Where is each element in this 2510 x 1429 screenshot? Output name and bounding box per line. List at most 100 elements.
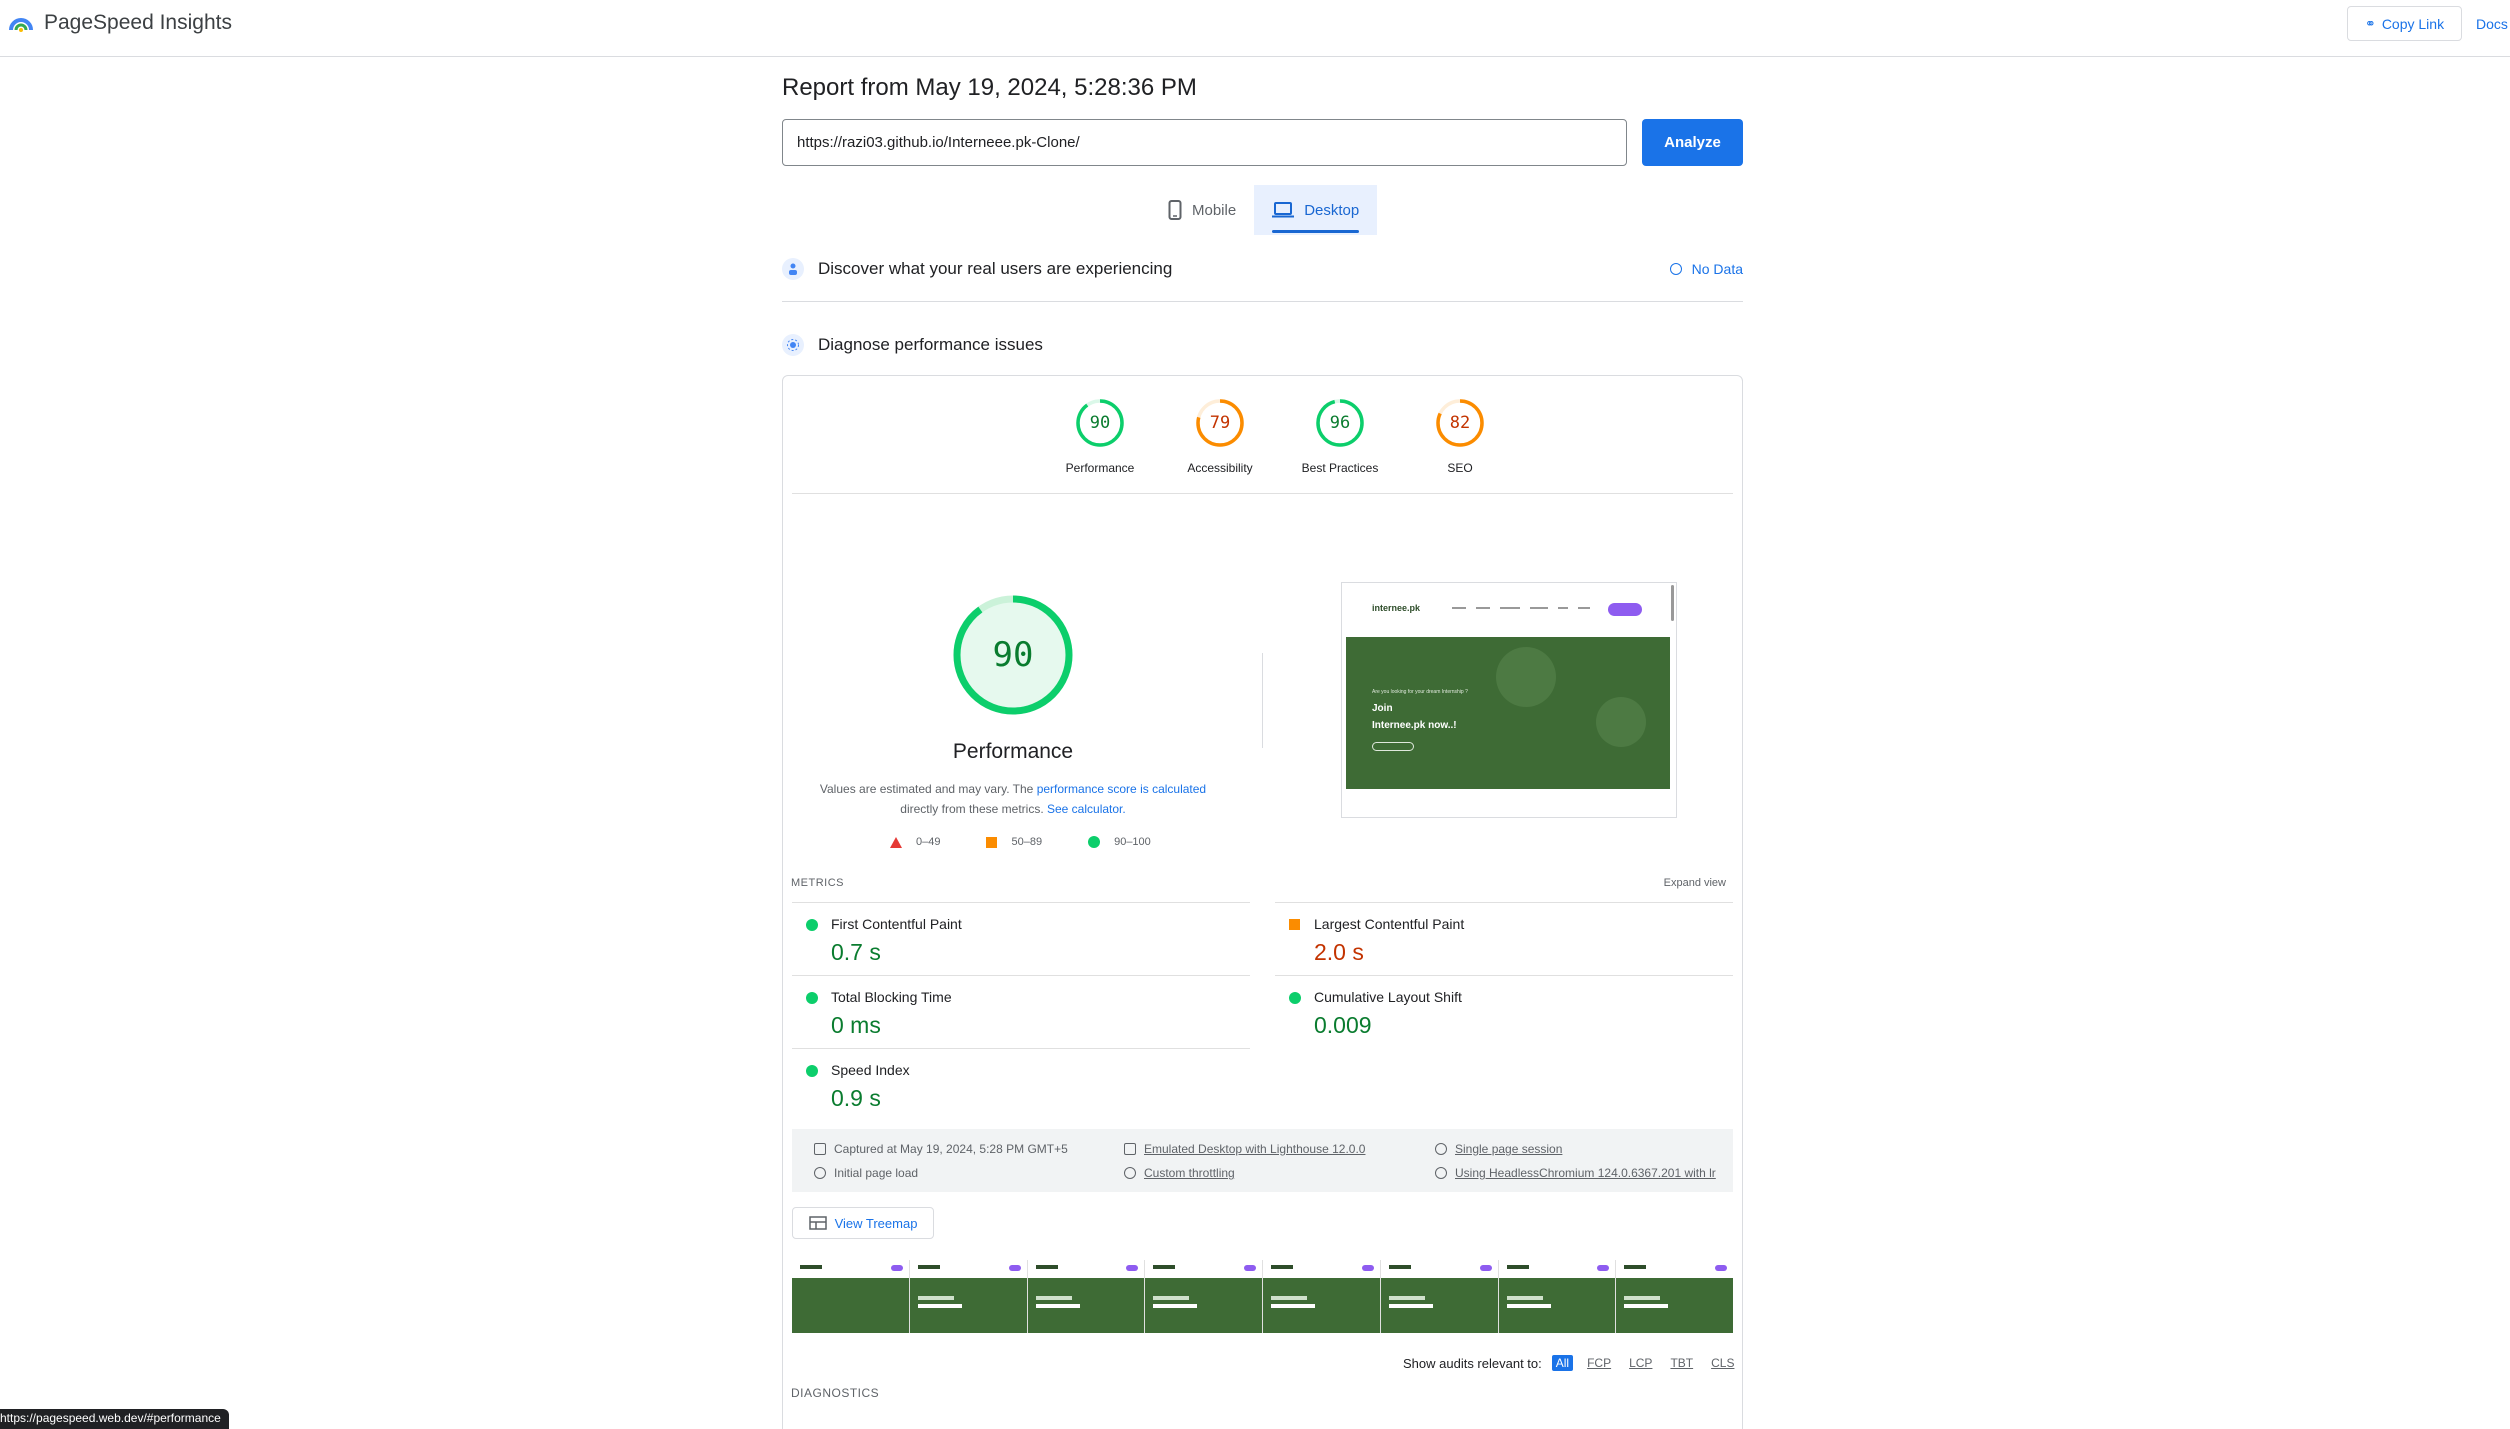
copy-link-button[interactable]: ⚭ Copy Link xyxy=(2347,6,2462,41)
run-browser[interactable]: Using HeadlessChromium 124.0.6367.201 wi… xyxy=(1435,1166,1716,1180)
nav-stub xyxy=(1452,607,1466,609)
frame-logo xyxy=(1271,1265,1293,1269)
users-icon xyxy=(782,258,804,280)
frame-text xyxy=(1153,1296,1190,1300)
nav-stub xyxy=(1558,607,1568,609)
top-bar: PageSpeed Insights ⚭ Copy Link Docs xyxy=(0,0,2510,57)
brand[interactable]: PageSpeed Insights xyxy=(8,10,232,36)
filmstrip-frame xyxy=(1616,1260,1733,1333)
gauge-performance[interactable]: 90 Performance xyxy=(1040,398,1160,475)
metric-label: Largest Contentful Paint xyxy=(1314,916,1465,932)
metric-label: First Contentful Paint xyxy=(831,916,962,932)
triangle-icon xyxy=(890,836,902,848)
diagnose-icon xyxy=(782,334,804,356)
legend-range: 50–89 xyxy=(1011,836,1043,848)
metric-label: Total Blocking Time xyxy=(831,989,952,1005)
pagespeed-logo-icon xyxy=(9,18,33,32)
chrome-icon xyxy=(1435,1167,1447,1179)
person-icon xyxy=(1435,1143,1447,1155)
pass-circle-icon xyxy=(806,992,818,1004)
diagnostics-heading: DIAGNOSTICS xyxy=(791,1386,880,1400)
filter-chip-cls[interactable]: CLS xyxy=(1707,1355,1738,1371)
frame-nav xyxy=(909,1260,1027,1276)
frame-nav xyxy=(1380,1260,1498,1276)
url-input[interactable] xyxy=(782,119,1627,166)
square-icon xyxy=(986,836,998,848)
device-tabs: Mobile Desktop xyxy=(1150,185,1378,235)
frame-text xyxy=(1506,1296,1543,1300)
audit-filter: Show audits relevant to: All FCP LCP TBT… xyxy=(1403,1355,1738,1371)
screenshot-hero-button xyxy=(1372,742,1414,751)
metric-cls: Cumulative Layout Shift 0.009 xyxy=(1275,975,1733,1048)
gauge-value: 79 xyxy=(1209,413,1231,433)
pass-circle-icon xyxy=(806,919,818,931)
gauge-seo[interactable]: 82 SEO xyxy=(1400,398,1520,475)
run-session[interactable]: Single page session xyxy=(1435,1142,1562,1156)
hero-line-1: Join xyxy=(1372,703,1393,714)
screenshot-hero: Are you looking for your dream Internshi… xyxy=(1346,637,1670,789)
frame-logo xyxy=(1153,1265,1176,1269)
info-icon xyxy=(1669,263,1682,275)
frame-logo xyxy=(1388,1265,1411,1269)
frame-cta xyxy=(1244,1265,1256,1271)
pass-circle-icon xyxy=(1289,992,1301,1004)
tab-desktop-label: Desktop xyxy=(1304,201,1360,219)
metric-tbt: Total Blocking Time 0 ms xyxy=(792,975,1250,1048)
metric-label: Cumulative Layout Shift xyxy=(1314,989,1462,1005)
timer-icon xyxy=(814,1167,826,1179)
tab-mobile[interactable]: Mobile xyxy=(1150,185,1254,235)
filter-chip-lcp[interactable]: LCP xyxy=(1625,1355,1656,1371)
discover-label: Discover what your real users are experi… xyxy=(818,259,1173,278)
gauge-ring: 79 xyxy=(1195,398,1245,448)
screenshot-logo: internee.pk xyxy=(1372,603,1421,613)
copy-link-label: Copy Link xyxy=(2381,15,2445,32)
screenshot-person xyxy=(1596,697,1646,747)
screenshot-cta xyxy=(1608,603,1642,616)
frame-text xyxy=(917,1296,954,1300)
frame-text xyxy=(1153,1304,1198,1308)
run-device-text: Emulated Desktop with Lighthouse 12.0.0 xyxy=(1144,1142,1366,1156)
tab-desktop[interactable]: Desktop xyxy=(1254,185,1378,235)
gauge-best-practices[interactable]: 96 Best Practices xyxy=(1280,398,1400,475)
section-divider xyxy=(782,301,1743,302)
filmstrip-frame xyxy=(1498,1260,1616,1333)
run-captured: Captured at May 19, 2024, 5:28 PM GMT+5 xyxy=(814,1142,1068,1156)
score-calculated-link[interactable]: performance score is calculated xyxy=(1037,782,1206,796)
frame-text xyxy=(1388,1304,1433,1308)
metric-value: 0 ms xyxy=(831,1012,881,1038)
screenshot-person xyxy=(1496,647,1556,707)
frame-nav xyxy=(792,1260,909,1276)
filter-chip-fcp[interactable]: FCP xyxy=(1583,1355,1615,1371)
filter-chip-all[interactable]: All xyxy=(1551,1355,1574,1371)
expand-view-toggle[interactable]: Expand view xyxy=(1664,877,1726,889)
frame-text xyxy=(917,1304,962,1308)
see-calculator-link[interactable]: See calculator. xyxy=(1047,802,1126,816)
gauge-accessibility[interactable]: 79 Accessibility xyxy=(1160,398,1280,475)
gauge-value: 96 xyxy=(1329,413,1351,433)
frame-nav xyxy=(1498,1260,1616,1276)
final-screenshot[interactable]: internee.pk Are you looking for your dre… xyxy=(1341,582,1677,818)
frame-nav xyxy=(1145,1260,1262,1276)
filter-chip-tbt[interactable]: TBT xyxy=(1666,1355,1697,1371)
screenshot-scrollbar xyxy=(1671,585,1674,621)
nav-stub xyxy=(1500,607,1520,609)
run-throttling[interactable]: Custom throttling xyxy=(1124,1166,1235,1180)
metric-label: Speed Index xyxy=(831,1062,910,1078)
diagnose-section: Diagnose performance issues xyxy=(782,334,1743,356)
run-throttling-text: Custom throttling xyxy=(1144,1166,1235,1180)
discover-section[interactable]: Discover what your real users are experi… xyxy=(782,258,1743,280)
view-treemap-button[interactable]: View Treemap xyxy=(792,1207,934,1239)
frame-text xyxy=(1035,1296,1072,1300)
metrics-header: METRICS Expand view xyxy=(791,877,1726,889)
frame-logo xyxy=(1506,1265,1529,1269)
filmstrip-frame xyxy=(792,1260,909,1333)
frame-text xyxy=(1271,1296,1307,1300)
performance-note: Values are estimated and may vary. The p… xyxy=(803,779,1223,819)
metric-lcp: Largest Contentful Paint 2.0 s xyxy=(1275,902,1733,975)
legend-pass: 90–100 xyxy=(1088,836,1151,848)
docs-link[interactable]: Docs xyxy=(2476,16,2508,32)
run-device[interactable]: Emulated Desktop with Lighthouse 12.0.0 xyxy=(1124,1142,1365,1156)
status-bar-url: https://pagespeed.web.dev/#performance xyxy=(0,1409,229,1429)
analyze-button[interactable]: Analyze xyxy=(1642,119,1743,166)
run-info-panel: Captured at May 19, 2024, 5:28 PM GMT+5 … xyxy=(792,1129,1733,1192)
